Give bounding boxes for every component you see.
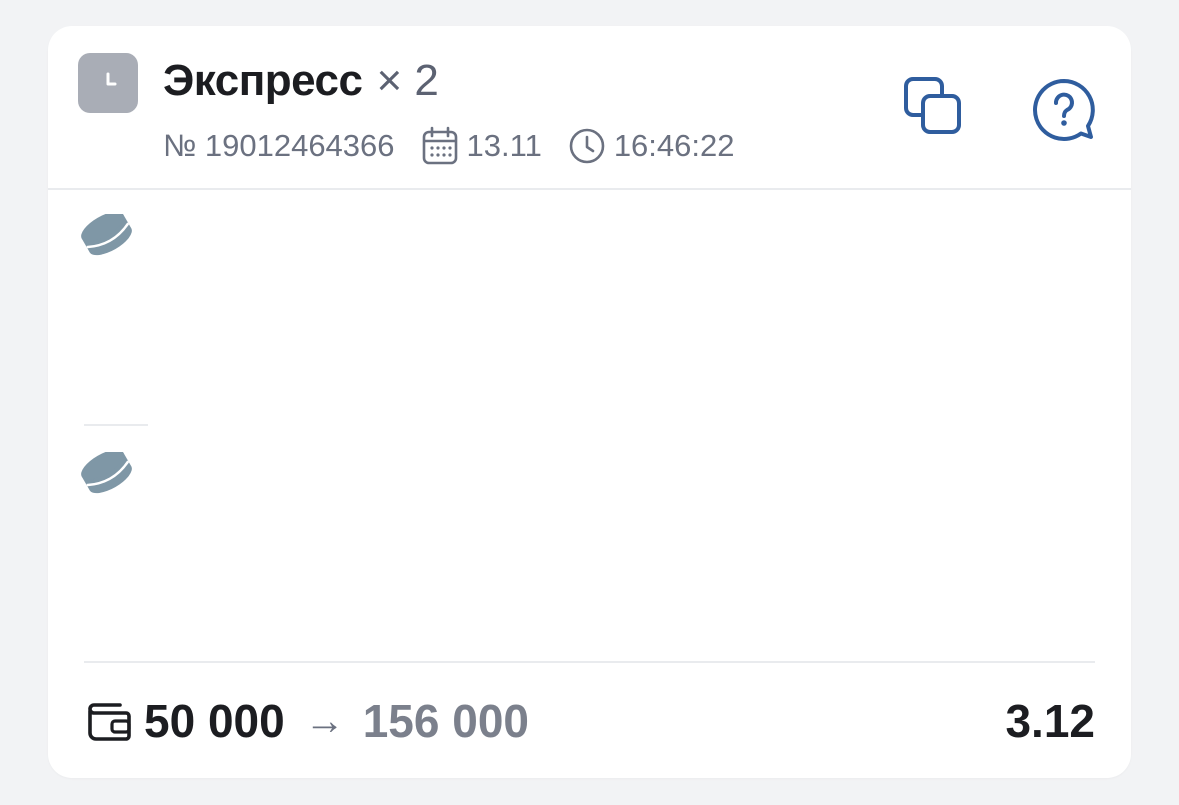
hockey-puck-icon (81, 452, 132, 494)
event-divider (84, 424, 148, 426)
payout-amount: 156 000 (362, 695, 529, 747)
bet-number: № 19012464366 (163, 128, 395, 163)
stake-amount: 50 000 (144, 695, 285, 747)
bet-multiplier: × 2 (376, 56, 439, 105)
calendar-icon (422, 126, 457, 165)
bet-date: 13.11 (421, 126, 542, 166)
bet-card: Экспресс × 2 № 19012464366 13.11 16:46:2… (48, 26, 1131, 778)
status-badge (78, 53, 138, 113)
help-chat-icon (1033, 79, 1095, 141)
bet-meta: № 19012464366 13.11 16:46:22 (163, 126, 734, 166)
clock-icon (106, 72, 117, 86)
bet-title: Экспресс (163, 56, 363, 105)
arrow-right-icon: → (304, 698, 345, 743)
copy-button[interactable] (898, 71, 968, 141)
bet-title-row: Экспресс × 2 (163, 56, 439, 112)
copy-icon (904, 77, 961, 134)
bet-date-value: 13.11 (466, 128, 542, 163)
bet-time-value: 16:46:22 (613, 128, 735, 163)
clock-icon (569, 128, 605, 164)
footer-divider (84, 661, 1095, 663)
hockey-puck-icon (81, 214, 132, 256)
wallet-icon (88, 703, 131, 741)
bet-header: Экспресс × 2 № 19012464366 13.11 16:46:2… (48, 26, 1131, 190)
help-button[interactable] (1028, 74, 1100, 146)
bet-footer: 50 000 → 156 000 3.12 (84, 686, 1095, 756)
bet-time: 16:46:22 (568, 127, 735, 165)
total-coefficient: 3.12 (1005, 695, 1095, 747)
